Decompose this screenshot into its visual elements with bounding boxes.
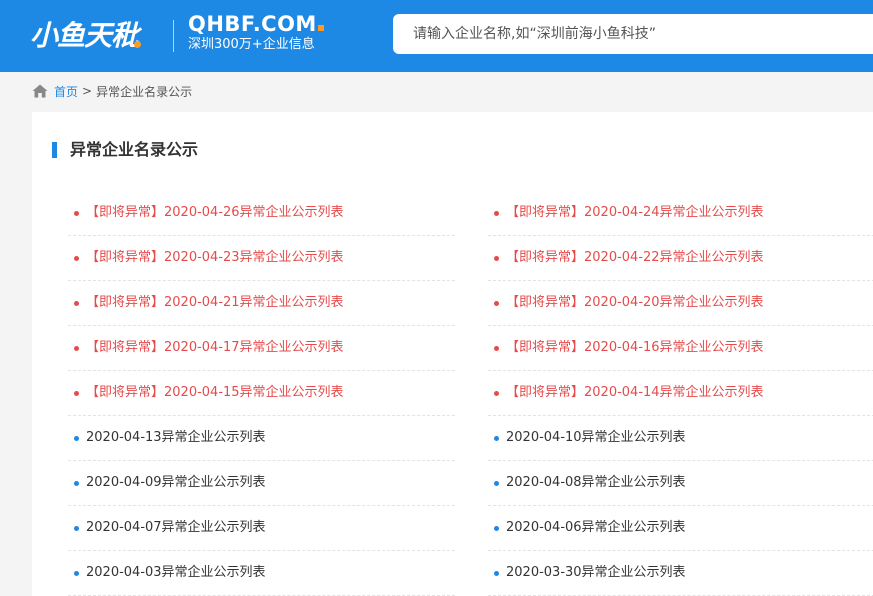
list-item-link[interactable]: 2020-04-10异常企业公示列表 xyxy=(506,429,686,447)
bullet-dot-icon xyxy=(74,211,79,216)
bullet-dot-icon xyxy=(494,436,499,441)
breadcrumb-current: 异常企业名录公示 xyxy=(96,84,193,99)
list-item: 【即将异常】2020-04-24异常企业公示列表 xyxy=(488,191,873,236)
list-item-link[interactable]: 【即将异常】2020-04-16异常企业公示列表 xyxy=(506,339,764,357)
list-item-link[interactable]: 【即将异常】2020-04-21异常企业公示列表 xyxy=(86,294,344,312)
bullet-dot-icon xyxy=(74,571,79,576)
bullet-dot-icon xyxy=(74,391,79,396)
bullet-dot-icon xyxy=(494,346,499,351)
list-item: 【即将异常】2020-04-15异常企业公示列表 xyxy=(68,371,455,416)
list-item: 【即将异常】2020-04-17异常企业公示列表 xyxy=(68,326,455,371)
list-item: 【即将异常】2020-04-21异常企业公示列表 xyxy=(68,281,455,326)
bullet-dot-icon xyxy=(494,526,499,531)
bullet-dot-icon xyxy=(74,481,79,486)
list-item-link[interactable]: 【即将异常】2020-04-14异常企业公示列表 xyxy=(506,384,764,402)
list-item: 2020-03-30异常企业公示列表 xyxy=(488,551,873,596)
logo-domain[interactable]: QHBF.COM xyxy=(188,12,324,36)
breadcrumb-home-link[interactable]: 首页 xyxy=(54,83,78,100)
bullet-dot-icon xyxy=(74,301,79,306)
list-item-link[interactable]: 【即将异常】2020-04-17异常企业公示列表 xyxy=(86,339,344,357)
list-item-link[interactable]: 2020-04-13异常企业公示列表 xyxy=(86,429,266,447)
list-item-link[interactable]: 【即将异常】2020-04-26异常企业公示列表 xyxy=(86,204,344,222)
list-item: 【即将异常】2020-04-20异常企业公示列表 xyxy=(488,281,873,326)
bullet-dot-icon xyxy=(494,571,499,576)
home-icon xyxy=(32,84,48,98)
logo-dot-icon xyxy=(134,41,142,48)
bullet-dot-icon xyxy=(74,526,79,531)
list-item-link[interactable]: 2020-04-07异常企业公示列表 xyxy=(86,519,266,537)
title-accent-bar xyxy=(52,142,57,158)
list-item: 【即将异常】2020-04-14异常企业公示列表 xyxy=(488,371,873,416)
list-item-link[interactable]: 【即将异常】2020-04-15异常企业公示列表 xyxy=(86,384,344,402)
list-item: 2020-04-07异常企业公示列表 xyxy=(68,506,455,551)
bullet-dot-icon xyxy=(74,346,79,351)
list-item-link[interactable]: 【即将异常】2020-04-20异常企业公示列表 xyxy=(506,294,764,312)
list-item: 2020-04-06异常企业公示列表 xyxy=(488,506,873,551)
bullet-dot-icon xyxy=(494,256,499,261)
list-item-link[interactable]: 2020-04-08异常企业公示列表 xyxy=(506,474,686,492)
list-item: 2020-04-09异常企业公示列表 xyxy=(68,461,455,506)
list-item-link[interactable]: 2020-03-30异常企业公示列表 xyxy=(506,564,686,582)
bullet-dot-icon xyxy=(494,211,499,216)
list-item: 【即将异常】2020-04-23异常企业公示列表 xyxy=(68,236,455,281)
breadcrumb: 首页 > 异常企业名录公示 xyxy=(32,82,192,100)
page-title: 异常企业名录公示 xyxy=(70,140,199,159)
list-item: 2020-04-08异常企业公示列表 xyxy=(488,461,873,506)
list-item-link[interactable]: 【即将异常】2020-04-22异常企业公示列表 xyxy=(506,249,764,267)
bullet-dot-icon xyxy=(74,256,79,261)
logo-slogan: 深圳300万+企业信息 xyxy=(188,37,315,52)
logo-divider xyxy=(173,20,174,52)
list-item: 2020-04-10异常企业公示列表 xyxy=(488,416,873,461)
company-search-input[interactable] xyxy=(393,14,873,54)
top-header: 小鱼天秕 QHBF.COM 深圳300万+企业信息 xyxy=(0,0,873,72)
list-item-link[interactable]: 【即将异常】2020-04-23异常企业公示列表 xyxy=(86,249,344,267)
site-logo[interactable]: 小鱼天秕 xyxy=(30,16,142,56)
list-item: 2020-04-13异常企业公示列表 xyxy=(68,416,455,461)
list-item-link[interactable]: 2020-04-06异常企业公示列表 xyxy=(506,519,686,537)
bullet-dot-icon xyxy=(494,481,499,486)
logo-text-cn: 小鱼天秕 xyxy=(30,19,139,52)
list-item: 【即将异常】2020-04-22异常企业公示列表 xyxy=(488,236,873,281)
list-item-link[interactable]: 2020-04-03异常企业公示列表 xyxy=(86,564,266,582)
main-panel: 异常企业名录公示 【即将异常】2020-04-26异常企业公示列表 【即将异常】2… xyxy=(32,112,873,596)
logo-mark-icon xyxy=(317,25,324,31)
logo-domain-text: QHBF.COM xyxy=(188,12,317,36)
bullet-dot-icon xyxy=(494,391,499,396)
list-item: 2020-04-03异常企业公示列表 xyxy=(68,551,455,596)
breadcrumb-separator: > xyxy=(82,84,93,98)
list-item-link[interactable]: 2020-04-09异常企业公示列表 xyxy=(86,474,266,492)
bullet-dot-icon xyxy=(74,436,79,441)
bullet-dot-icon xyxy=(494,301,499,306)
list-item: 【即将异常】2020-04-26异常企业公示列表 xyxy=(68,191,455,236)
list-item-link[interactable]: 【即将异常】2020-04-24异常企业公示列表 xyxy=(506,204,764,222)
list-item: 【即将异常】2020-04-16异常企业公示列表 xyxy=(488,326,873,371)
